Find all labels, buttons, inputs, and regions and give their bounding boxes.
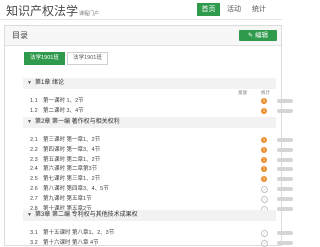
stats-bar	[277, 177, 293, 182]
lesson-row[interactable]: 1.1 第一课时 1、2节 1	[23, 97, 293, 105]
catalog-header: 目录 ✎ 编辑	[5, 26, 281, 46]
lesson-row[interactable]: 2.4 第六课时 第二章第3节 1	[23, 165, 293, 173]
tab-class-1[interactable]: 法学1901班	[24, 52, 65, 65]
course-title: 知识产权法学	[6, 4, 79, 18]
course-portal-label: 课程门户	[79, 11, 100, 17]
stats-bar	[277, 240, 293, 245]
edit-label: 编辑	[255, 32, 269, 39]
stats-bar	[277, 187, 293, 191]
release-check-icon[interactable]: ✓	[261, 195, 268, 203]
catalog-panel: 目录 ✎ 编辑 法学1901班 法学1901班 ▼ 第1章 绪论 发放 统计 1.1 第一课…	[4, 25, 293, 247]
lesson-number: 2.6	[30, 186, 38, 192]
lesson-number: 1.2	[30, 107, 38, 114]
stats-bar	[277, 196, 293, 201]
lesson-row[interactable]: 2.5 第七课时 第三章1、2节 1	[23, 175, 293, 183]
collapse-triangle-icon: ▼	[27, 119, 32, 125]
chapter-title: 第1章 绪论	[34, 80, 64, 86]
lesson-number: 2.4	[30, 166, 38, 173]
lesson-title: 第九课时 第五章1节	[43, 195, 92, 202]
release-count-badge[interactable]: 1	[261, 146, 267, 153]
lesson-title: 第十六课时 第八章 4节	[43, 239, 99, 246]
tab-class-2[interactable]: 法学1901班	[67, 52, 108, 65]
chapter-header-3[interactable]: ▼ 第3章 第二编 专利权与其他技术成果权	[23, 210, 276, 221]
release-count-badge[interactable]: 1	[261, 176, 267, 183]
lesson-title: 第三课时 第一章1、2节	[43, 137, 101, 143]
pencil-icon: ✎	[247, 33, 254, 39]
release-count-badge[interactable]: 1	[261, 107, 267, 114]
lesson-row[interactable]: 1.2 第二课时 3、4节 1	[23, 107, 293, 115]
stats-bar	[277, 167, 293, 172]
catalog-title: 目录	[12, 31, 28, 40]
collapse-triangle-icon: ▼	[27, 80, 32, 86]
lesson-number: 2.2	[30, 146, 38, 153]
nav-home[interactable]: 首页	[197, 3, 220, 16]
lesson-row[interactable]: 2.2 第四课时 第一章3、4节 1	[23, 146, 293, 154]
lesson-title: 第二课时 3、4节	[43, 107, 84, 114]
column-stats-header: 统计	[261, 90, 270, 95]
release-check-icon[interactable]: ✓	[261, 230, 268, 237]
release-check-icon[interactable]: ✓	[261, 186, 268, 193]
lesson-number: 3.1	[30, 230, 38, 236]
release-count-badge[interactable]: 1	[261, 137, 267, 143]
chapter-title: 第3章 第二编 专利权与其他技术成果权	[34, 212, 138, 218]
lesson-row[interactable]: 2.6 第八课时 第四章3、4、5节 ✓	[23, 185, 293, 193]
release-count-badge[interactable]: 1	[261, 98, 267, 104]
lesson-row[interactable]: 3.1 第十五课时 第八章1、2、3节 ✓	[23, 229, 293, 237]
stats-bar	[277, 206, 293, 211]
lesson-row[interactable]: 2.1 第三课时 第一章1、2节 1	[23, 136, 293, 144]
lesson-title: 第五课时 第二章1、2节	[43, 156, 101, 163]
stats-bar	[277, 108, 293, 113]
header-divider	[0, 19, 282, 20]
lesson-number: 3.2	[30, 239, 38, 246]
nav-activity[interactable]: 活动	[222, 3, 246, 16]
lesson-title: 第一课时 1、2节	[43, 98, 84, 104]
edit-button[interactable]: ✎ 编辑	[239, 30, 277, 41]
chapter-title: 第2章 第一编 著作权与相关权利	[34, 119, 120, 125]
lesson-number: 2.1	[30, 137, 38, 143]
lesson-title: 第七课时 第三章1、2节	[43, 176, 101, 183]
stats-bar	[277, 147, 293, 152]
lesson-title: 第八课时 第四章3、4、5节	[43, 186, 109, 192]
chapter-header-1[interactable]: ▼ 第1章 绪论	[23, 78, 276, 89]
lesson-number: 1.1	[30, 98, 38, 104]
top-bar: 知识产权法学课程门户 首页 活动 统计	[0, 0, 282, 18]
lesson-number: 2.3	[30, 156, 38, 163]
stats-bar	[277, 138, 293, 142]
release-count-badge[interactable]: 1	[261, 156, 267, 163]
course-brand[interactable]: 知识产权法学课程门户	[6, 2, 99, 19]
lesson-row[interactable]: 3.2 第十六课时 第八章 4节 ✓	[23, 239, 293, 247]
lesson-number: 2.5	[30, 176, 38, 183]
nav-stats[interactable]: 统计	[249, 3, 269, 16]
column-release-header: 发放	[238, 90, 247, 95]
stats-bar	[277, 157, 293, 162]
lesson-number: 2.7	[30, 195, 38, 202]
lesson-title: 第四课时 第一章3、4节	[43, 146, 101, 153]
lesson-title: 第十五课时 第八章1、2、3节	[43, 230, 115, 236]
release-count-badge[interactable]: 1	[261, 166, 267, 173]
lesson-row[interactable]: 2.3 第五课时 第二章1、2节 1	[23, 156, 293, 164]
lesson-row[interactable]: 2.7 第九课时 第五章1节 ✓	[23, 195, 293, 203]
stats-bar	[277, 99, 293, 103]
chapter-header-2[interactable]: ▼ 第2章 第一编 著作权与相关权利	[23, 117, 276, 128]
collapse-triangle-icon: ▼	[27, 212, 32, 218]
release-check-icon[interactable]: ✓	[261, 239, 268, 247]
stats-bar	[277, 231, 293, 235]
lesson-title: 第六课时 第二章第3节	[43, 166, 98, 173]
